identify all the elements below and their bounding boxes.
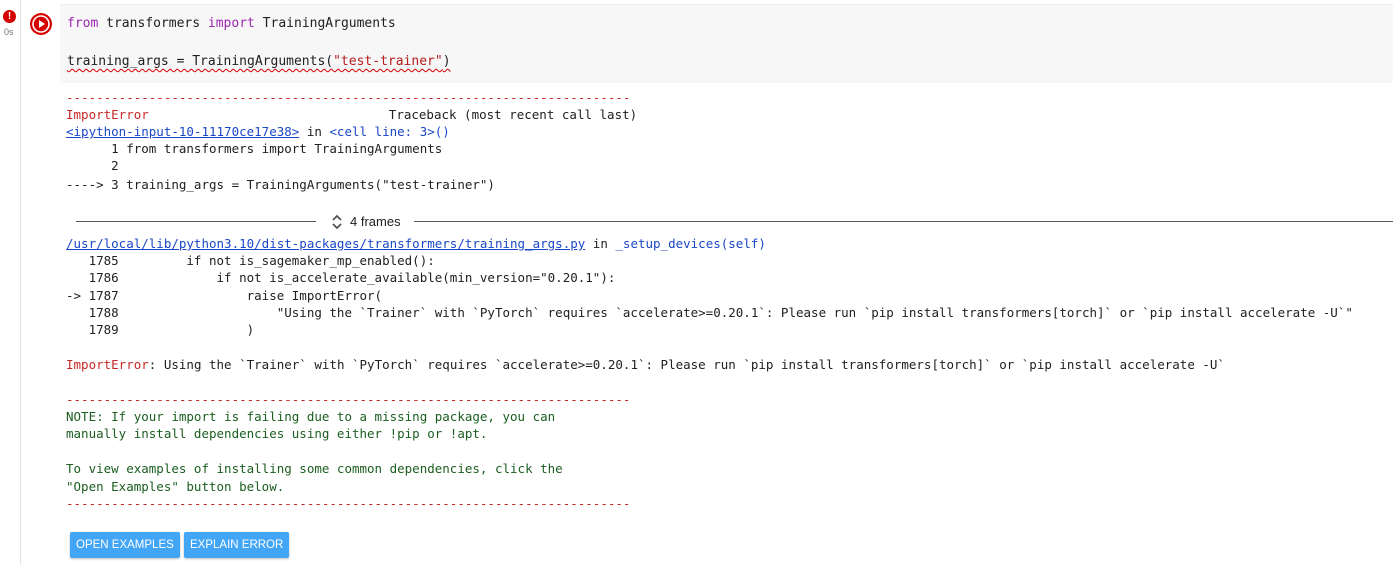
traceback-header: ImportError Traceback (most recent call l… (66, 107, 638, 122)
play-icon (32, 15, 50, 33)
traceback-location: <ipython-input-10-11170ce17e38> in <cell… (66, 124, 450, 139)
note-line: To view examples of installing some comm… (66, 461, 563, 476)
traceback-code-line-current: ----> 3 training_args = TrainingArgument… (66, 177, 495, 192)
code-line-1: from transformers import TrainingArgumen… (67, 16, 396, 31)
note-line: "Open Examples" button below. (66, 479, 285, 494)
ipython-input-link[interactable]: <ipython-input-10-11170ce17e38> (66, 124, 299, 139)
code-line-3: training_args = TrainingArguments("test-… (67, 54, 451, 69)
cell-gutter: ! 0s (0, 0, 21, 565)
note-separator-top: ----------------------------------------… (66, 392, 631, 407)
traceback-code-line: 2 (66, 158, 127, 173)
note-line: NOTE: If your import is failing due to a… (66, 409, 556, 424)
explain-error-button[interactable]: EXPLAIN ERROR (184, 532, 290, 558)
frames-count: 4 frames (350, 214, 401, 229)
traceback-code-line: 1786 if not is_accelerate_available(min_… (66, 270, 616, 285)
traceback-code-line: 1785 if not is_sagemaker_mp_enabled(): (66, 253, 435, 268)
run-cell-button[interactable] (30, 13, 52, 35)
code-editor[interactable]: from transformers import TrainingArgumen… (60, 4, 1393, 83)
frames-divider: 4 frames (76, 212, 1393, 232)
divider-line (414, 221, 1393, 222)
traceback-code-line: 1789 ) (66, 322, 255, 337)
traceback-code-line-current: -> 1787 raise ImportError( (66, 288, 383, 303)
error-message: ImportError: Using the `Trainer` with `P… (66, 357, 1225, 372)
traceback-code-line: 1 from transformers import TrainingArgum… (66, 141, 443, 156)
training-args-file-link[interactable]: /usr/local/lib/python3.10/dist-packages/… (66, 236, 585, 251)
execution-time: 0s (4, 27, 14, 37)
expand-icon (332, 214, 342, 230)
traceback-code-line: 1788 "Using the `Trainer` with `PyTorch`… (66, 305, 1353, 320)
divider-line (76, 221, 316, 222)
traceback-file-location: /usr/local/lib/python3.10/dist-packages/… (66, 236, 766, 251)
open-examples-button[interactable]: OPEN EXAMPLES (70, 532, 180, 558)
note-line: manually install dependencies using eith… (66, 426, 488, 441)
note-separator-bottom: ----------------------------------------… (66, 496, 631, 511)
traceback-separator-top: ----------------------------------------… (66, 90, 631, 105)
error-status-icon: ! (3, 10, 16, 23)
